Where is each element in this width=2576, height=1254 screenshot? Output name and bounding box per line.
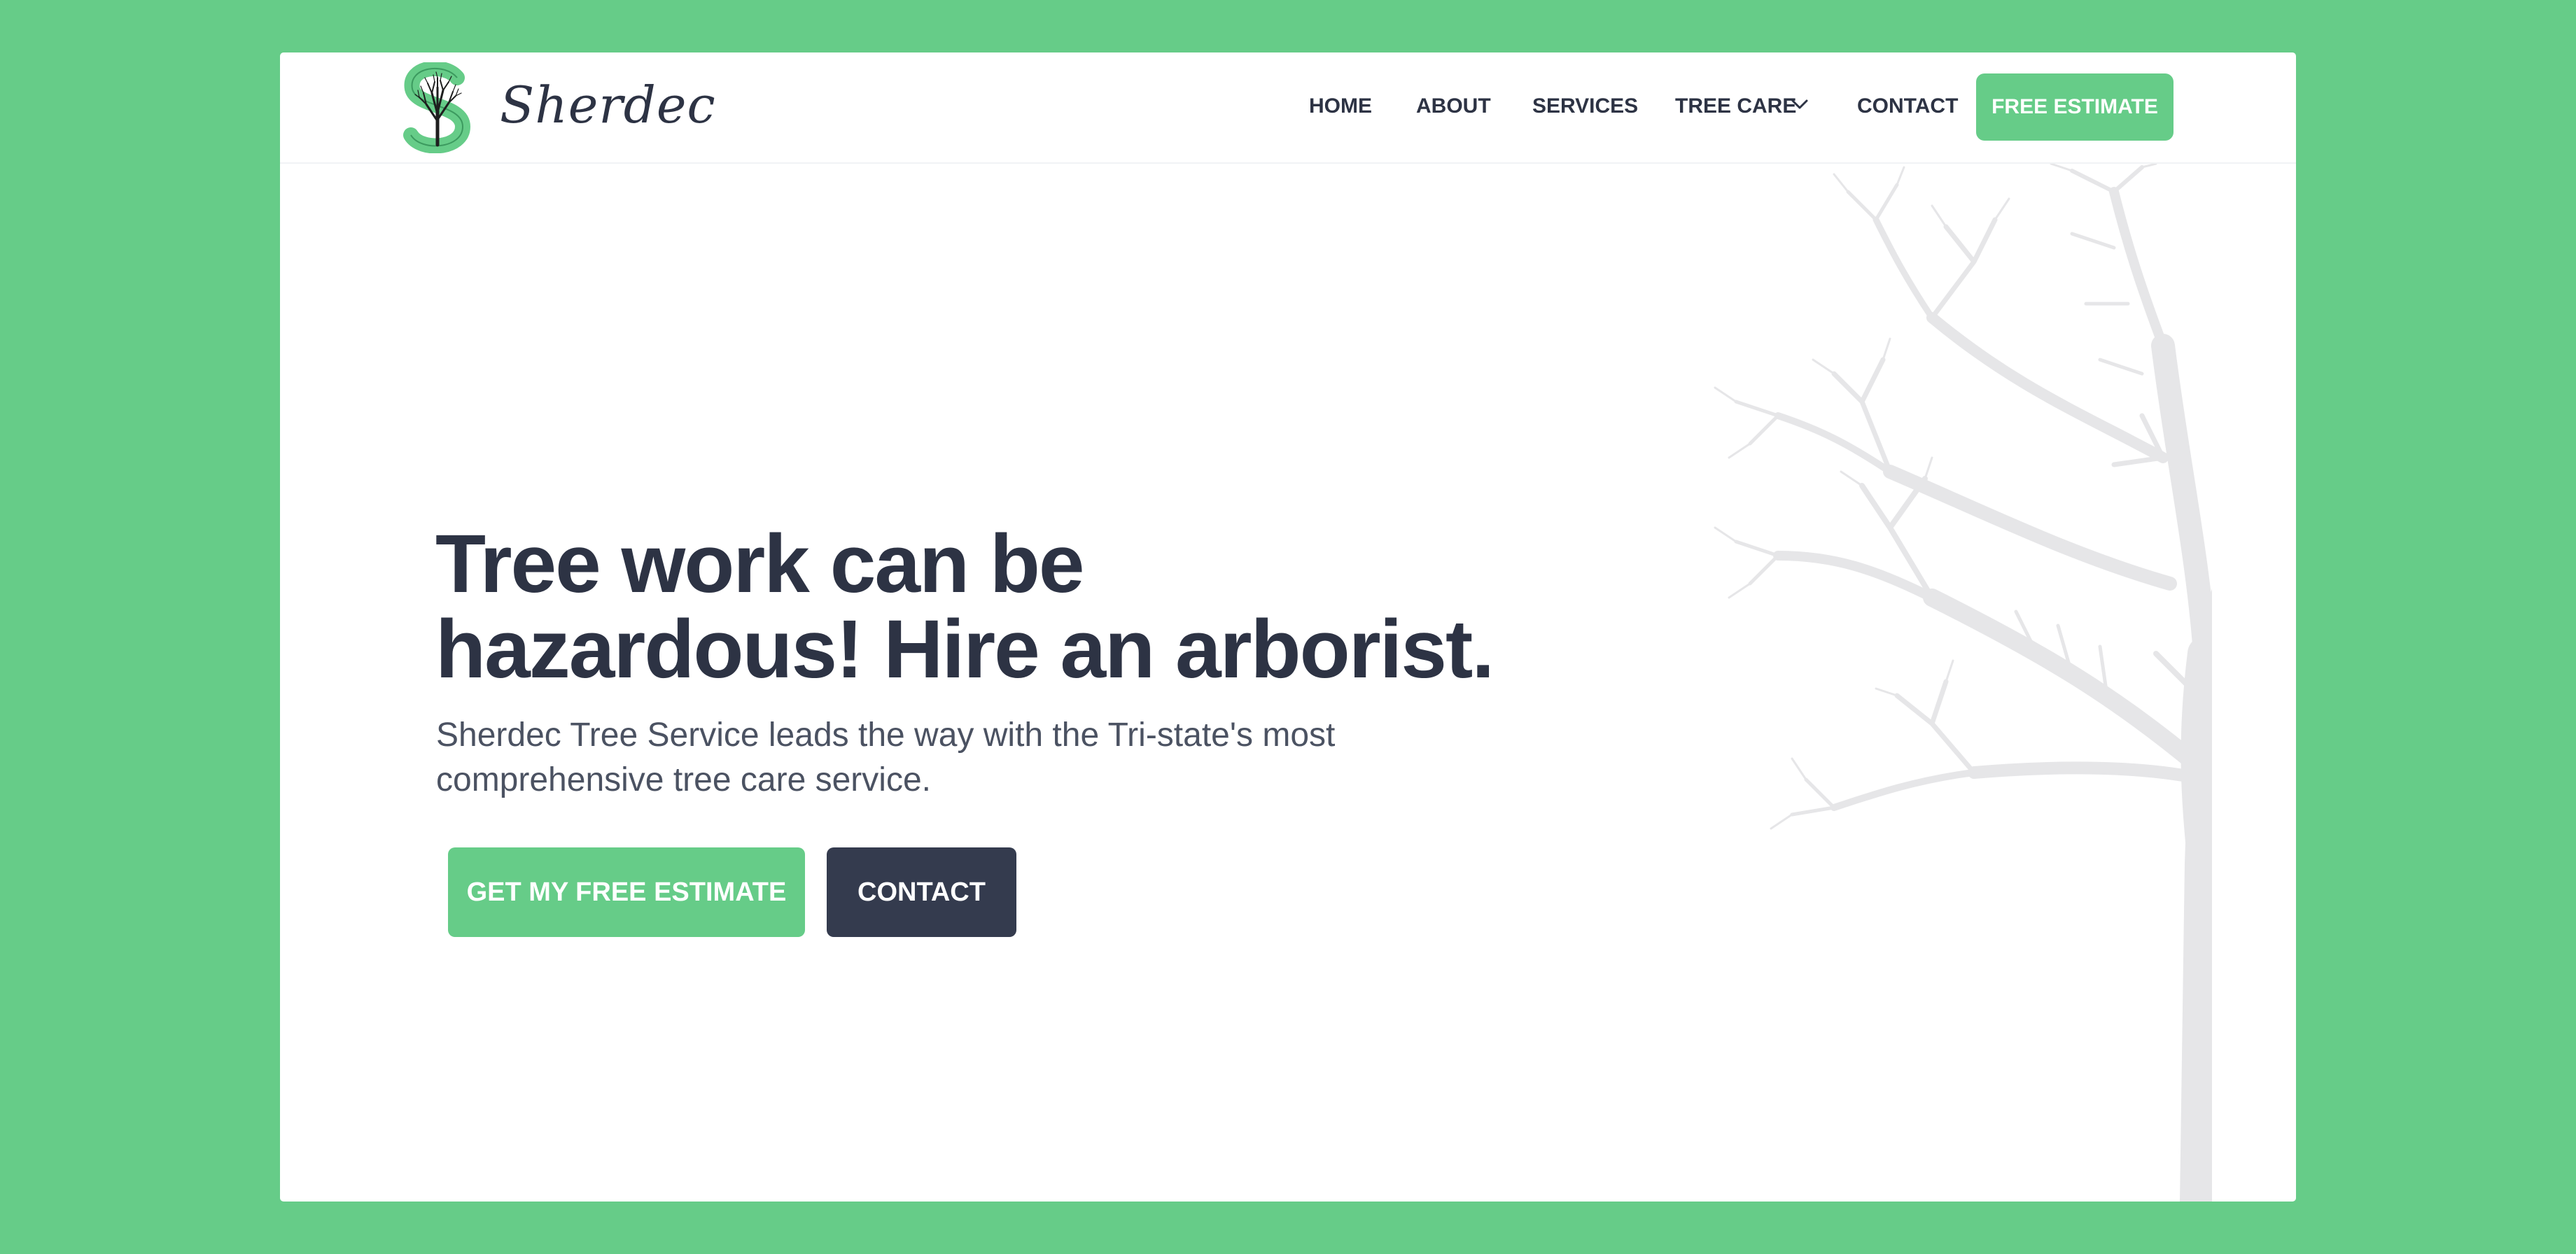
hero-subtitle-line-2: comprehensive tree care service. bbox=[436, 761, 931, 798]
brand-name[interactable]: Sherdec bbox=[500, 73, 716, 136]
nav-services[interactable]: SERVICES bbox=[1532, 92, 1638, 120]
nav-about[interactable]: ABOUT bbox=[1416, 92, 1491, 120]
page-card: Sherdec HOME ABOUT SERVICES TREE CARE CO… bbox=[280, 52, 2296, 1202]
hero-title-line-2: hazardous! Hire an arborist. bbox=[435, 603, 1494, 696]
hero-subtitle-line-1: Sherdec Tree Service leads the way with … bbox=[436, 717, 1336, 754]
tree-climber-icon bbox=[1714, 164, 2212, 1202]
nav-home[interactable]: HOME bbox=[1309, 92, 1372, 120]
hero-title-line-1: Tree work can be bbox=[435, 518, 1085, 610]
contact-button[interactable]: CONTACT bbox=[827, 847, 1016, 937]
nav-tree-care[interactable]: TREE CARE bbox=[1675, 92, 1796, 120]
nav-contact[interactable]: CONTACT bbox=[1857, 92, 1958, 120]
free-estimate-button[interactable]: FREE ESTIMATE bbox=[1976, 73, 2174, 141]
chevron-down-icon[interactable] bbox=[1791, 97, 1809, 111]
get-free-estimate-button[interactable]: GET MY FREE ESTIMATE bbox=[448, 847, 805, 937]
site-header: Sherdec HOME ABOUT SERVICES TREE CARE CO… bbox=[280, 52, 2296, 164]
hero-subtitle: Sherdec Tree Service leads the way with … bbox=[436, 713, 1416, 803]
tree-s-logo-icon[interactable] bbox=[402, 62, 472, 153]
